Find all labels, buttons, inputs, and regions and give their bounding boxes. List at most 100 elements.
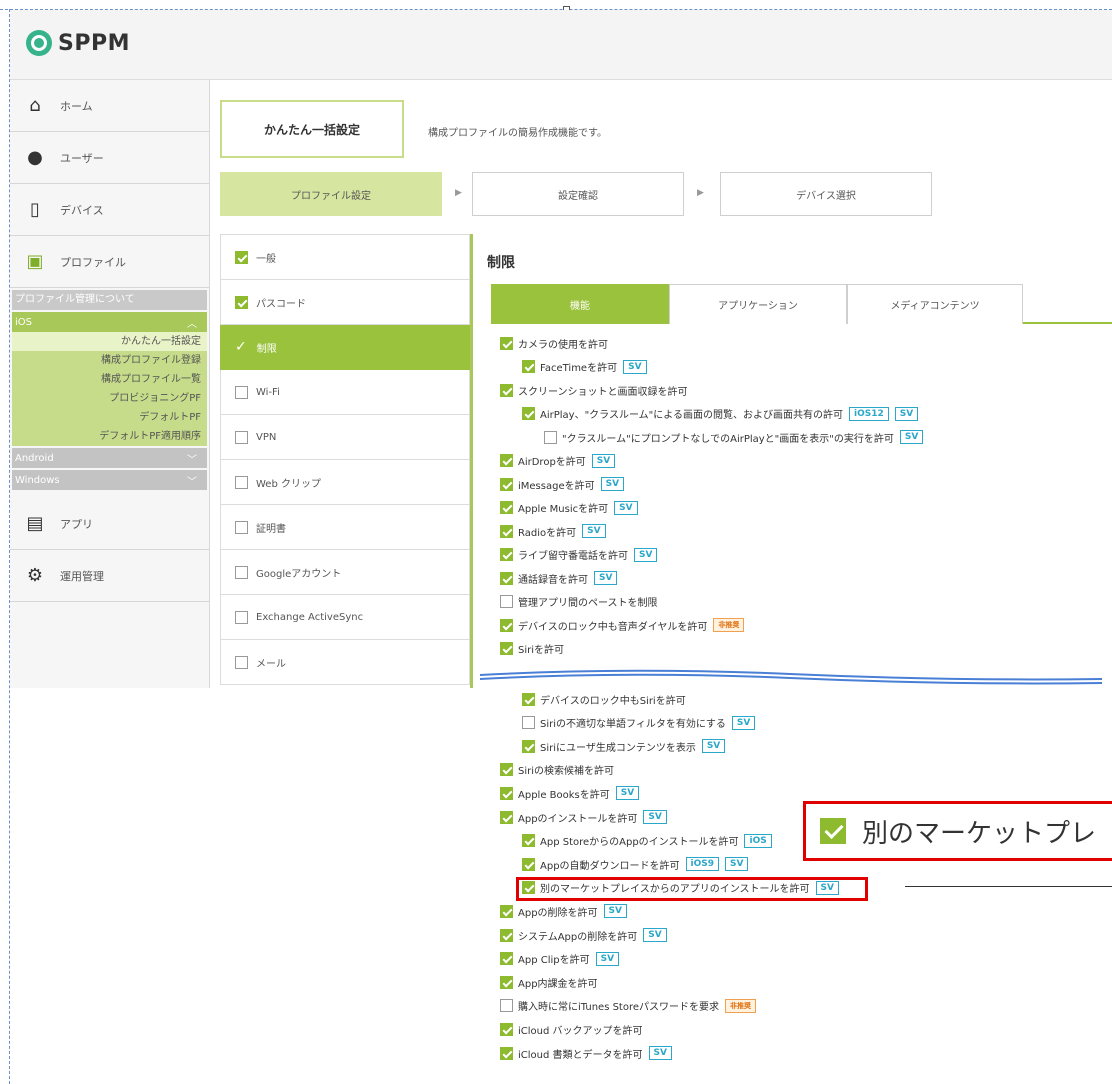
restriction-checkbox[interactable] xyxy=(500,1022,513,1036)
nav-item-app[interactable]: ▤ アプリ xyxy=(10,498,209,550)
nav-item-label: アプリ xyxy=(60,517,93,531)
restriction-checkbox[interactable] xyxy=(522,692,535,706)
restriction-checkbox[interactable] xyxy=(500,763,513,777)
restriction-checkbox[interactable] xyxy=(522,407,535,420)
nav-item-profile[interactable]: ▣ プロファイル xyxy=(10,236,209,288)
version-badge: iOS xyxy=(744,833,772,848)
restriction-checkbox[interactable] xyxy=(500,548,513,561)
menu-item[interactable]: Web クリップ xyxy=(220,460,470,505)
nav-item-settings[interactable]: ⚙ 運用管理 xyxy=(10,550,209,602)
ios-toggle[interactable]: iOS ︿ xyxy=(12,312,207,332)
restriction-checkbox[interactable] xyxy=(500,952,513,966)
menu-item-label: Googleアカウント xyxy=(256,568,342,580)
nav-item-user[interactable]: ● ユーザー xyxy=(10,132,209,184)
step-confirm[interactable]: 設定確認 xyxy=(472,172,684,216)
restriction-checkbox[interactable] xyxy=(500,477,513,491)
restriction-checkbox[interactable] xyxy=(500,1046,513,1060)
callout-leader-line xyxy=(905,886,1112,887)
restriction-label: デバイスのロック中もSiriを許可 xyxy=(540,695,686,707)
page-break-wave xyxy=(480,669,1103,685)
restriction-row: iCloud 書類とデータを許可 SV xyxy=(500,1044,672,1062)
restriction-label: Appの削除を許可 xyxy=(518,907,598,919)
menu-checkbox[interactable] xyxy=(235,295,248,309)
step-device-select[interactable]: デバイス選択 xyxy=(720,172,932,216)
tab-media-content[interactable]: メディアコンテンツ xyxy=(847,284,1023,324)
restriction-checkbox[interactable] xyxy=(522,360,535,373)
restriction-row: 管理アプリ間のペーストを制限 xyxy=(500,593,658,611)
restriction-checkbox[interactable] xyxy=(500,810,513,824)
device-icon: ▯ xyxy=(30,199,40,220)
restriction-checkbox[interactable] xyxy=(500,383,513,397)
windows-label: Windows xyxy=(15,474,60,486)
restriction-checkbox[interactable] xyxy=(522,857,535,871)
restriction-checkbox[interactable] xyxy=(500,928,513,942)
restriction-checkbox[interactable] xyxy=(544,430,557,444)
windows-toggle[interactable]: Windows ﹀ xyxy=(12,470,207,490)
ios-link[interactable]: かんたん一括設定 xyxy=(12,332,207,351)
restriction-row: AirPlay、"クラスルーム"による画面の閲覧、および画面共有の許可 iOS12… xyxy=(522,405,919,423)
tab-features[interactable]: 機能 xyxy=(491,284,669,324)
restriction-checkbox[interactable] xyxy=(522,834,535,848)
version-badge: SV xyxy=(643,928,667,942)
restriction-checkbox[interactable] xyxy=(500,618,513,632)
restriction-label: FaceTimeを許可 xyxy=(540,363,618,374)
restriction-checkbox[interactable] xyxy=(500,904,513,918)
version-badge: SV xyxy=(648,1046,672,1060)
android-toggle[interactable]: Android ﹀ xyxy=(12,448,207,468)
menu-item[interactable]: VPN xyxy=(220,415,470,460)
restriction-label: Siriにユーザ生成コンテンツを表示 xyxy=(540,742,696,754)
profile-icon: ▣ xyxy=(26,251,44,272)
menu-checkbox[interactable] xyxy=(235,565,248,579)
menu-checkbox[interactable] xyxy=(235,430,248,444)
restriction-checkbox[interactable] xyxy=(500,786,513,800)
restriction-checkbox[interactable] xyxy=(522,739,535,753)
restriction-checkbox[interactable] xyxy=(500,999,513,1013)
user-icon: ● xyxy=(27,147,43,168)
menu-item[interactable]: Googleアカウント xyxy=(220,550,470,595)
menu-item[interactable]: ✓ 制限 xyxy=(220,325,470,370)
ios-link[interactable]: デフォルトPF xyxy=(12,408,207,427)
restriction-checkbox[interactable] xyxy=(500,975,513,989)
version-badge: SV xyxy=(582,524,606,538)
restriction-checkbox[interactable] xyxy=(500,336,513,350)
ios-group: iOS ︿ かんたん一括設定 構成プロファイル登録 構成プロファイル一覧 プロビジョニ… xyxy=(12,312,207,446)
restriction-checkbox[interactable] xyxy=(522,716,535,730)
menu-checkbox[interactable] xyxy=(235,520,248,534)
restriction-checkbox[interactable] xyxy=(500,642,513,655)
nav-item-home[interactable]: ⌂ ホーム xyxy=(10,80,209,132)
restriction-label: スクリーンショットと画面収録を許可 xyxy=(518,386,688,398)
tab-applications[interactable]: アプリケーション xyxy=(669,284,847,324)
menu-item[interactable]: メール xyxy=(220,640,470,685)
step-profile-settings[interactable]: プロファイル設定 xyxy=(220,172,442,216)
menu-item[interactable]: パスコード xyxy=(220,280,470,325)
app-icon: ▤ xyxy=(26,513,44,534)
menu-checkbox[interactable] xyxy=(235,385,248,399)
menu-item[interactable]: Wi-Fi xyxy=(220,370,470,415)
restriction-row: 通話録音を許可 SV xyxy=(500,569,618,587)
restriction-checkbox[interactable] xyxy=(500,501,513,514)
restriction-checkbox[interactable] xyxy=(500,595,513,608)
ios-link[interactable]: プロビジョニングPF xyxy=(12,389,207,408)
menu-item[interactable]: 証明書 xyxy=(220,505,470,550)
menu-checkbox[interactable] xyxy=(235,655,248,669)
ios-link[interactable]: 構成プロファイル登録 xyxy=(12,351,207,370)
nav-item-device[interactable]: ▯ デバイス xyxy=(10,184,209,236)
restriction-checkbox[interactable] xyxy=(500,454,513,467)
restriction-checkbox[interactable] xyxy=(500,524,513,538)
restriction-checkbox[interactable] xyxy=(500,571,513,585)
profile-menu: 一般 パスコード ✓ 制限 Wi-Fi VPN Web クリップ 証明書 Googleアカウント… xyxy=(220,234,470,688)
menu-checkbox[interactable] xyxy=(235,475,248,489)
ios-link[interactable]: 構成プロファイル一覧 xyxy=(12,370,207,389)
version-badge: SV xyxy=(615,786,640,801)
menu-checkbox[interactable] xyxy=(235,250,248,264)
restriction-label: Siriの不適切な単語フィルタを有効にする xyxy=(540,719,726,731)
version-badge: 非推奨 xyxy=(713,618,745,632)
version-badge: SV xyxy=(591,453,616,468)
menu-item[interactable]: 一般 xyxy=(220,235,470,280)
ios-link[interactable]: デフォルトPF適用順序 xyxy=(12,427,207,446)
app-header: SPPM xyxy=(10,10,1112,80)
menu-item[interactable]: Exchange ActiveSync xyxy=(220,595,470,640)
menu-checkbox[interactable] xyxy=(235,610,248,624)
profile-about-link[interactable]: プロファイル管理について xyxy=(12,290,207,310)
logo[interactable]: SPPM xyxy=(26,30,130,56)
